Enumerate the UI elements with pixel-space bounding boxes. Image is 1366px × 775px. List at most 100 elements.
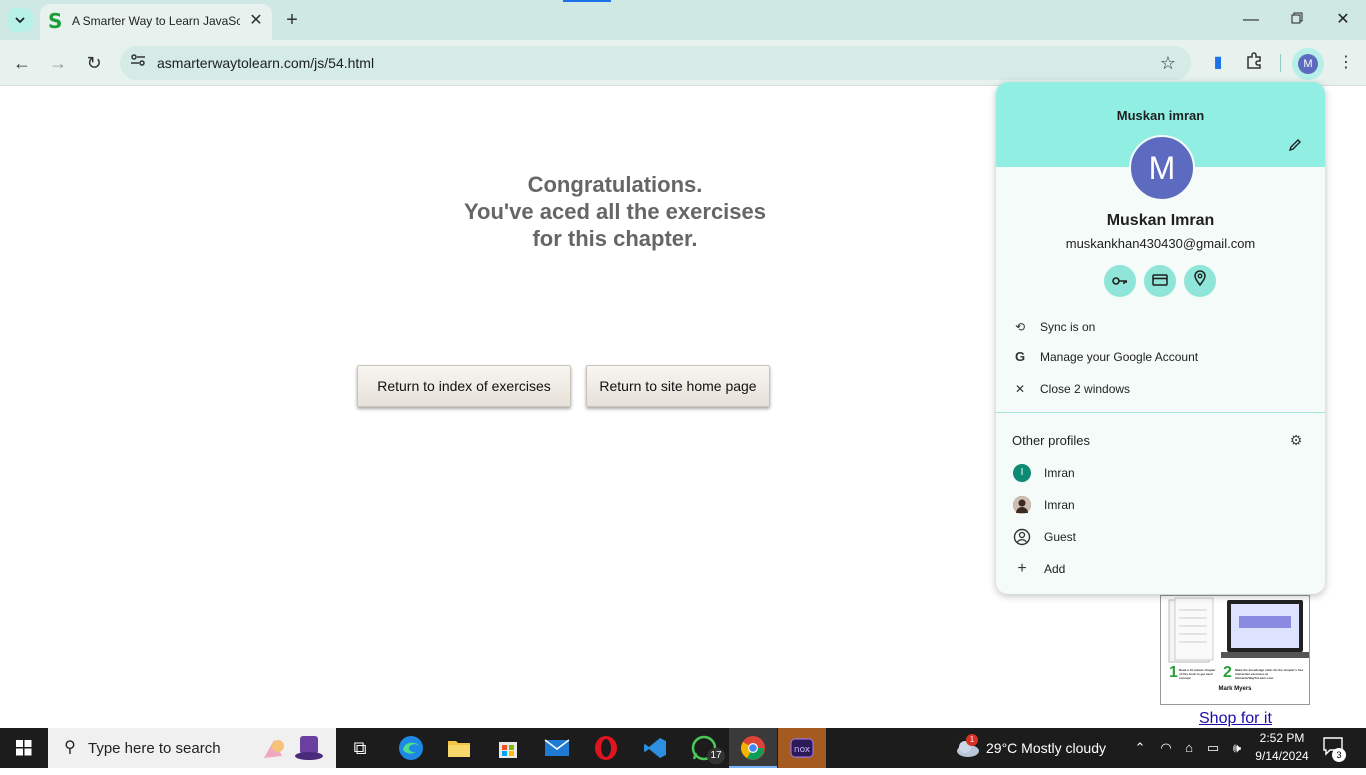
forward-button[interactable]: → (46, 51, 70, 75)
nox-player-icon[interactable]: nox (778, 728, 826, 768)
account-email: muskankhan430430@gmail.com (1065, 236, 1256, 251)
profile-button[interactable]: M (1292, 48, 1324, 80)
more-menu-icon[interactable]: ⋮ (1335, 52, 1357, 74)
toolbar-divider (1280, 54, 1281, 72)
microsoft-store-icon[interactable] (484, 728, 532, 768)
battery-icon[interactable]: ▭ (1203, 738, 1223, 758)
opera-icon[interactable] (582, 728, 630, 768)
search-icon: ⚲ (64, 739, 76, 756)
whatsapp-badge: 17 (707, 748, 725, 764)
credit-card-icon (1152, 274, 1168, 286)
show-hidden-icons-chevron-icon[interactable]: ⌃ (1130, 738, 1150, 758)
close-windows-item[interactable]: ✕ Close 2 windows (996, 375, 1325, 403)
whatsapp-icon[interactable]: 17 (680, 728, 728, 768)
edit-pencil-icon[interactable] (1286, 138, 1304, 156)
site-info-icon[interactable] (128, 53, 148, 73)
guest-person-icon (1013, 528, 1031, 546)
ad-step-number: 2 (1223, 664, 1232, 681)
clock-time[interactable]: 2:52 PM (1256, 731, 1308, 745)
vscode-icon[interactable] (631, 728, 679, 768)
profile-label: Add (1044, 562, 1066, 576)
return-to-index-button[interactable]: Return to index of exercises (357, 365, 571, 407)
search-placeholder: Type here to search (88, 740, 221, 757)
menu-divider (996, 412, 1325, 413)
taskbar-search-box[interactable]: ⚲ Type here to search (48, 728, 336, 768)
ad-author: Mark Myers (1218, 686, 1252, 692)
menu-item-label: Close 2 windows (1040, 382, 1131, 396)
profile-photo-avatar (1013, 496, 1031, 514)
other-profiles-heading: Other profiles (1012, 433, 1091, 448)
congrats-line: You've aced all the exercises (464, 199, 766, 224)
sync-menu-item[interactable]: ⟲ Sync is on (996, 313, 1325, 341)
manage-google-account-item[interactable]: G Manage your Google Account (996, 343, 1325, 371)
plus-icon: + (1017, 560, 1027, 577)
clock-date[interactable]: 9/14/2024 (1250, 749, 1314, 763)
congrats-line: for this chapter. (532, 226, 698, 251)
account-name: Muskan Imran (1106, 212, 1215, 229)
close-window-button[interactable]: ✕ (1331, 8, 1355, 32)
search-highlight-image (260, 732, 330, 764)
account-avatar: M (1129, 135, 1195, 201)
mail-icon[interactable] (533, 728, 581, 768)
extensions-icon[interactable] (1243, 52, 1265, 74)
volume-icon[interactable]: 🕪 (1227, 738, 1247, 758)
weather-alert-badge: 1 (966, 734, 978, 746)
tab-strip: S A Smarter Way to Learn JavaScr ✕ + — ✕ (0, 0, 1366, 40)
start-button[interactable] (0, 728, 48, 768)
windows-taskbar: ⚲ Type here to search ⧉ 17 nox 1 29°C Mo… (0, 728, 1366, 768)
bookmark-star-icon[interactable]: ☆ (1157, 52, 1179, 74)
restore-button[interactable] (1285, 8, 1309, 32)
reading-mode-icon[interactable]: ▮ (1207, 52, 1229, 74)
back-button[interactable]: ← (10, 51, 34, 75)
tab-close-icon[interactable]: ✕ (246, 11, 266, 31)
profile-label: Guest (1044, 530, 1077, 544)
profile-header-name: Muskan imran (1116, 108, 1205, 123)
network-icon[interactable]: ◠ (1156, 738, 1176, 758)
menu-item-label: Manage your Google Account (1040, 350, 1199, 364)
add-profile-item[interactable]: + Add (996, 555, 1325, 583)
ad-step-number: 1 (1169, 664, 1178, 681)
profile-initial-avatar: I (1013, 464, 1031, 482)
svg-text:nox: nox (794, 745, 811, 755)
profile-label: Imran (1044, 498, 1075, 512)
tab-search-button[interactable] (7, 8, 33, 32)
profile-menu: Muskan imran M Muskan Imran muskankhan43… (996, 82, 1325, 594)
site-favicon-icon: S (48, 9, 63, 33)
weather-text: 29°C Mostly cloudy (986, 740, 1106, 756)
notifications-button[interactable]: 3 (1322, 736, 1346, 762)
close-icon: ✕ (1014, 382, 1026, 396)
congrats-line: Congratulations. (527, 172, 703, 197)
url-text[interactable]: asmarterwaytolearn.com/js/54.html (157, 55, 374, 71)
profile-item-imran-photo[interactable]: Imran (996, 491, 1325, 519)
sync-icon: ⟲ (1014, 320, 1026, 334)
gear-icon[interactable]: ⚙ (1288, 432, 1304, 448)
payment-methods-button[interactable] (1144, 265, 1176, 297)
ad-step-text: Read a 10-minute chapter of this book to… (1179, 668, 1216, 680)
active-tab[interactable]: S A Smarter Way to Learn JavaScr ✕ (40, 4, 272, 40)
meet-now-icon[interactable]: ⌂ (1179, 738, 1199, 758)
weather-widget[interactable]: 1 29°C Mostly cloudy (952, 728, 1122, 768)
chrome-icon[interactable] (729, 728, 777, 768)
profile-item-imran[interactable]: I Imran (996, 459, 1325, 487)
file-explorer-icon[interactable] (435, 728, 483, 768)
shop-for-it-link[interactable]: Shop for it (1199, 710, 1272, 728)
browser-toolbar: ← → ↻ asmarterwaytolearn.com/js/54.html … (0, 40, 1366, 86)
menu-item-label: Sync is on (1040, 320, 1096, 334)
task-view-icon[interactable]: ⧉ (336, 728, 384, 768)
addresses-button[interactable] (1184, 265, 1216, 297)
chevron-down-icon (15, 17, 25, 24)
passwords-button[interactable] (1104, 265, 1136, 297)
reload-button[interactable]: ↻ (82, 51, 106, 75)
new-tab-button[interactable]: + (281, 9, 303, 31)
return-to-home-button[interactable]: Return to site home page (586, 365, 770, 407)
progress-indicator (563, 0, 611, 2)
book-ad-image[interactable]: 1 Read a 10-minute chapter of this book … (1160, 595, 1310, 705)
profile-avatar: M (1298, 54, 1318, 74)
ad-step-text: Make the knowledge stick. Do the chapter… (1235, 668, 1304, 680)
notification-count: 3 (1332, 748, 1346, 762)
edge-browser-icon[interactable] (387, 728, 435, 768)
congrats-message: Congratulations. You've aced all the exe… (415, 171, 815, 252)
guest-profile-item[interactable]: Guest (996, 523, 1325, 551)
minimize-button[interactable]: — (1239, 8, 1263, 32)
address-bar[interactable]: asmarterwaytolearn.com/js/54.html ☆ (120, 46, 1191, 80)
